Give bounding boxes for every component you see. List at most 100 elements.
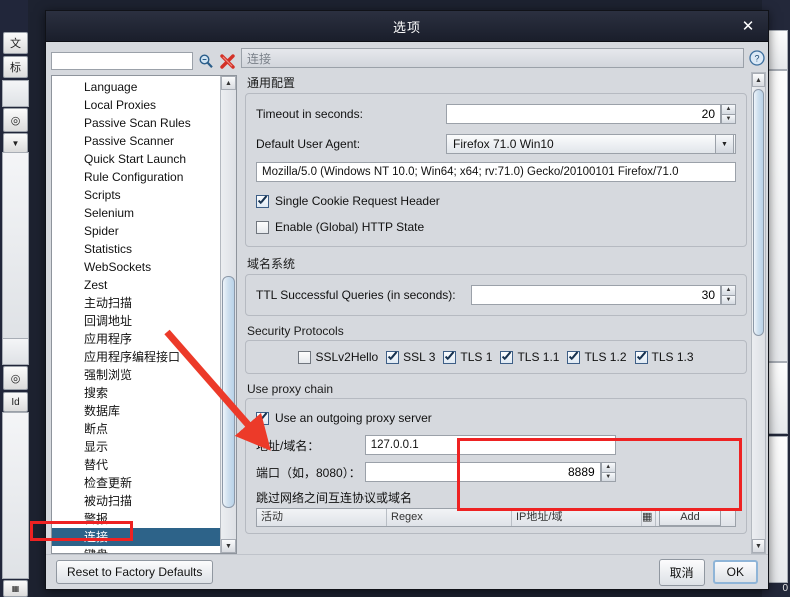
table-column-chooser-icon[interactable]: ▦ <box>642 509 656 526</box>
tree-item-21[interactable]: 替代 <box>52 456 220 474</box>
help-circle-icon[interactable]: ? <box>748 49 766 67</box>
tree-item-6[interactable]: Scripts <box>52 186 220 204</box>
timeout-spin-up-icon[interactable]: ▲ <box>721 104 736 114</box>
proxy-chain-title: Use proxy chain <box>247 382 334 396</box>
timeout-spin-buttons[interactable]: ▲ ▼ <box>721 104 736 124</box>
tree-item-22[interactable]: 检查更新 <box>52 474 220 492</box>
cancel-button[interactable]: 取消 <box>658 558 705 586</box>
proxy-port-input[interactable] <box>364 462 601 482</box>
tree-item-9[interactable]: Statistics <box>52 240 220 258</box>
tree-item-8[interactable]: Spider <box>52 222 220 240</box>
options-tree[interactable]: Language Local Proxies Passive Scan Rules P… <box>52 76 220 553</box>
tree-item-4[interactable]: Quick Start Launch <box>52 150 220 168</box>
bg-tool-text-icon: 文 <box>3 32 28 54</box>
protocol-checkbox-1[interactable] <box>386 350 400 364</box>
tree-scrollbar[interactable]: ▲ ▼ <box>220 76 236 553</box>
breadcrumb-row: 连接 ? <box>241 48 766 68</box>
tree-item-14[interactable]: 应用程序 <box>52 330 220 348</box>
dns-group: TTL Successful Queries (in seconds): ▲ ▼ <box>245 274 747 316</box>
tree-item-0[interactable]: Language <box>52 78 220 96</box>
use-outgoing-proxy-row: Use an outgoing proxy server <box>256 407 736 429</box>
proxy-address-field-wrap <box>361 435 736 455</box>
single-cookie-checkbox[interactable] <box>256 194 269 208</box>
tree-item-5[interactable]: Rule Configuration <box>52 168 220 186</box>
protocol-checkbox-0[interactable] <box>298 350 312 364</box>
timeout-spin-down-icon[interactable]: ▼ <box>721 113 736 124</box>
protocol-label-1: SSL 3 <box>403 350 436 364</box>
protocol-checkbox-4[interactable] <box>567 350 581 364</box>
svg-text:?: ? <box>754 54 759 64</box>
general-config-title: 通用配置 <box>247 76 296 90</box>
proxy-port-spin-down-icon[interactable]: ▼ <box>600 471 616 482</box>
tree-scroll-down-icon[interactable]: ▼ <box>221 539 236 553</box>
content-scroll-down-icon[interactable]: ▼ <box>752 539 765 553</box>
ttl-spin-up-icon[interactable]: ▲ <box>721 285 736 295</box>
tree-item-1[interactable]: Local Proxies <box>52 96 220 114</box>
protocol-checkbox-2[interactable] <box>443 350 457 364</box>
tree-item-20[interactable]: 显示 <box>52 438 220 456</box>
proxy-port-spin-up-icon[interactable]: ▲ <box>600 462 616 472</box>
user-agent-string[interactable]: Mozilla/5.0 (Windows NT 10.0; Win64; x64… <box>256 162 736 182</box>
table-header-active[interactable]: 活动 <box>257 509 387 526</box>
tree-item-15[interactable]: 应用程序编程接口 <box>52 348 220 366</box>
http-state-checkbox[interactable] <box>256 220 269 234</box>
proxy-port-stepper[interactable]: ▲ ▼ <box>364 462 616 482</box>
close-icon[interactable]: ✕ <box>738 17 758 35</box>
search-row <box>51 48 237 74</box>
proxy-address-input[interactable] <box>364 435 616 455</box>
user-agent-row: Default User Agent: Firefox 71.0 Win10 ▼ <box>256 132 736 156</box>
tree-item-24[interactable]: 警报 <box>52 510 220 528</box>
search-input[interactable] <box>51 52 193 70</box>
tree-item-17[interactable]: 搜索 <box>52 384 220 402</box>
protocol-label-0: SSLv2Hello <box>315 350 379 364</box>
tree-item-13[interactable]: 回调地址 <box>52 312 220 330</box>
tree-item-2[interactable]: Passive Scan Rules <box>52 114 220 132</box>
proxy-address-label: 地址/域名： <box>256 438 320 453</box>
magnifier-icon[interactable] <box>196 52 215 71</box>
tree-item-26[interactable]: 键盘 <box>52 546 220 553</box>
ok-button[interactable]: OK <box>712 560 758 584</box>
tree-item-19[interactable]: 断点 <box>52 420 220 438</box>
protocol-5: TLS 1.3 <box>634 350 694 364</box>
options-tree-wrapper: Language Local Proxies Passive Scan Rules P… <box>51 75 237 554</box>
dialog-title: 选项 <box>392 19 421 35</box>
tree-scroll-thumb[interactable] <box>222 276 235 508</box>
tree-item-23[interactable]: 被动扫描 <box>52 492 220 510</box>
protocol-1: SSL 3 <box>386 350 435 364</box>
tree-item-12[interactable]: 主动扫描 <box>52 294 220 312</box>
ttl-input[interactable] <box>471 285 721 305</box>
background-left-toolbar: 文 标 ◎ ▼ ◎ Id ▦ <box>0 0 29 597</box>
tree-item-10[interactable]: WebSockets <box>52 258 220 276</box>
content-scroll-thumb[interactable] <box>753 89 764 336</box>
add-button[interactable]: Add <box>659 509 721 526</box>
timeout-input[interactable] <box>446 104 721 124</box>
red-x-icon[interactable] <box>218 52 237 71</box>
tree-item-7[interactable]: Selenium <box>52 204 220 222</box>
ttl-label: TTL Successful Queries (in seconds): <box>256 288 456 302</box>
proxy-port-spin-buttons[interactable]: ▲ ▼ <box>600 462 616 482</box>
dialog-footer: Reset to Factory Defaults 取消 OK <box>46 554 768 589</box>
reset-to-factory-defaults-button[interactable]: Reset to Factory Defaults <box>56 560 214 584</box>
tree-scroll-up-icon[interactable]: ▲ <box>221 76 236 90</box>
timeout-stepper[interactable]: ▲ ▼ <box>446 104 736 124</box>
tree-item-3[interactable]: Passive Scanner <box>52 132 220 150</box>
tree-item-16[interactable]: 强制浏览 <box>52 366 220 384</box>
tree-item-18[interactable]: 数据库 <box>52 402 220 420</box>
bg-panel-d <box>2 412 29 579</box>
chevron-down-icon[interactable]: ▼ <box>715 134 734 154</box>
table-header-ip-domain[interactable]: IP地址/域 <box>512 509 642 526</box>
content-scrollbar[interactable]: ▲ ▼ <box>751 72 766 554</box>
protocol-checkbox-3[interactable] <box>500 350 514 364</box>
ttl-stepper[interactable]: ▲ ▼ <box>471 285 736 305</box>
user-agent-select[interactable]: Firefox 71.0 Win10 ▼ <box>446 134 736 154</box>
ttl-spin-buttons[interactable]: ▲ ▼ <box>721 285 736 305</box>
tree-item-11[interactable]: Zest <box>52 276 220 294</box>
use-outgoing-proxy-checkbox[interactable] <box>256 411 269 425</box>
tree-item-25[interactable]: 连接 <box>52 528 220 546</box>
protocol-checkbox-5[interactable] <box>634 350 648 364</box>
content-scroll-up-icon[interactable]: ▲ <box>752 73 765 87</box>
ttl-spin-down-icon[interactable]: ▼ <box>721 294 736 305</box>
protocol-3: TLS 1.1 <box>500 350 559 364</box>
table-header-regex[interactable]: Regex <box>387 509 512 526</box>
content-scroll-area: 通用配置 Timeout in seconds: ▲ ▼ <box>241 72 766 554</box>
